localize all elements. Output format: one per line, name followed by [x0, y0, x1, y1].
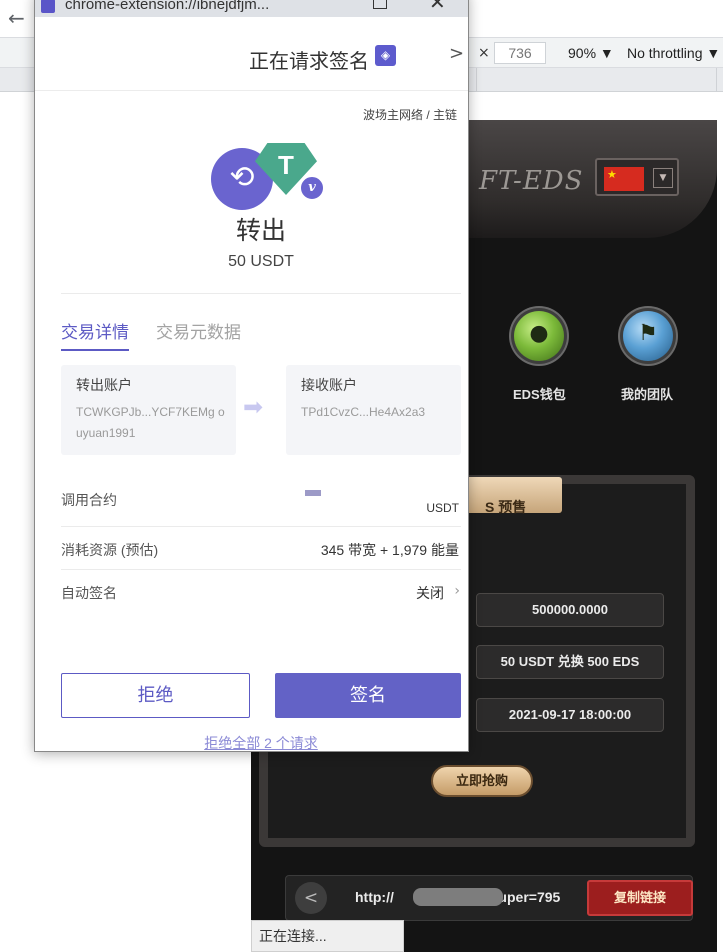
dropdown-arrow-icon: ▼	[653, 168, 673, 188]
divider	[61, 293, 461, 294]
my-team-label: 我的团队	[621, 387, 674, 402]
popup-url: chrome-extension://ibnejdfjm...	[65, 0, 270, 13]
resource-label: 消耗资源 (预估)	[61, 542, 159, 558]
flag-star-icon: ★	[607, 168, 617, 181]
dimension-separator-icon: ×	[478, 45, 490, 61]
popup-titlebar: chrome-extension://ibnejdfjm... ✕	[35, 0, 468, 17]
my-team-button[interactable]: ⚑	[623, 311, 673, 361]
divider	[61, 526, 461, 527]
divider	[61, 569, 461, 570]
ruler-mark	[716, 68, 717, 92]
tronlink-signature-popup: chrome-extension://ibnejdfjm... ✕ 正在请求签名…	[34, 0, 469, 752]
operation-title: 转出	[235, 217, 286, 245]
copy-link-button[interactable]: 复制链接	[587, 880, 693, 916]
presale-tab-label: S 预售	[485, 499, 527, 515]
ruler-mark	[476, 68, 477, 92]
contract-label: 调用合约	[61, 492, 117, 508]
auto-sign-label: 自动签名	[61, 585, 117, 601]
viewport-height-input[interactable]: 736	[494, 42, 546, 64]
money-bag-icon: ●	[529, 321, 549, 346]
request-header: 正在请求签名 ◈ >	[35, 29, 468, 91]
transfer-amount: 50 USDT	[228, 253, 294, 270]
auto-sign-value[interactable]: 关闭	[416, 583, 444, 603]
contract-token-unit: USDT	[426, 501, 459, 515]
throttling-select[interactable]: No throttling ▼	[627, 45, 720, 61]
arrow-right-icon: ➡	[243, 393, 264, 421]
from-account-address: TCWKGPJb...YCF7KEMg ouyuan1991	[76, 405, 225, 440]
share-icon: <	[295, 882, 327, 914]
to-account-address: TPd1CvzC...He4Ax2a3	[301, 405, 426, 419]
reject-all-link[interactable]: 拒绝全部 2 个请求	[35, 733, 468, 751]
close-window-icon[interactable]: ✕	[429, 0, 446, 14]
chevron-right-icon[interactable]: >	[449, 43, 464, 64]
china-flag-icon: ★	[604, 167, 644, 191]
presale-rate: 50 USDT 兑换 500 EDS	[476, 645, 664, 679]
verified-badge-icon: v	[299, 175, 325, 201]
redacted-link-mask	[413, 888, 503, 906]
game-title: FT-EDS	[479, 166, 584, 196]
sign-button[interactable]: 签名	[275, 673, 461, 718]
flag-icon: ⚑	[638, 321, 658, 346]
from-account-label: 转出账户	[76, 377, 132, 393]
extension-favicon-icon	[41, 0, 55, 13]
resource-value: 345 带宽 + 1,979 能量	[320, 542, 459, 558]
language-selector[interactable]: ★ ▼	[595, 158, 679, 196]
back-arrow-icon[interactable]: ←	[8, 6, 25, 30]
browser-status-bar: 正在连接...	[251, 920, 404, 952]
contract-address-mask	[305, 490, 321, 496]
presale-date: 2021-09-17 18:00:00	[476, 698, 664, 732]
link-prefix: http://	[355, 889, 394, 905]
tronlink-logo-icon: ◈	[375, 45, 396, 66]
request-title: 正在请求签名	[249, 51, 369, 73]
buy-now-button[interactable]: 立即抢购	[431, 765, 533, 797]
chevron-right-icon[interactable]: ›	[454, 583, 460, 599]
to-account-label: 接收账户	[301, 377, 357, 393]
zoom-select[interactable]: 90% ▼	[568, 45, 614, 61]
eds-wallet-button[interactable]: ●	[514, 311, 564, 361]
eds-wallet-label: EDS钱包	[513, 387, 566, 402]
tab-transaction-details[interactable]: 交易详情	[61, 318, 129, 351]
reject-button[interactable]: 拒绝	[61, 673, 250, 718]
from-account-card: 转出账户 TCWKGPJb...YCF7KEMg ouyuan1991	[61, 365, 236, 455]
network-label: 波场主网络 / 主链	[363, 108, 458, 122]
presale-total: 500000.0000	[476, 593, 664, 627]
to-account-card: 接收账户 TPd1CvzC...He4Ax2a3	[286, 365, 461, 455]
restore-window-icon[interactable]	[373, 0, 387, 9]
tab-transaction-metadata[interactable]: 交易元数据	[156, 318, 241, 343]
